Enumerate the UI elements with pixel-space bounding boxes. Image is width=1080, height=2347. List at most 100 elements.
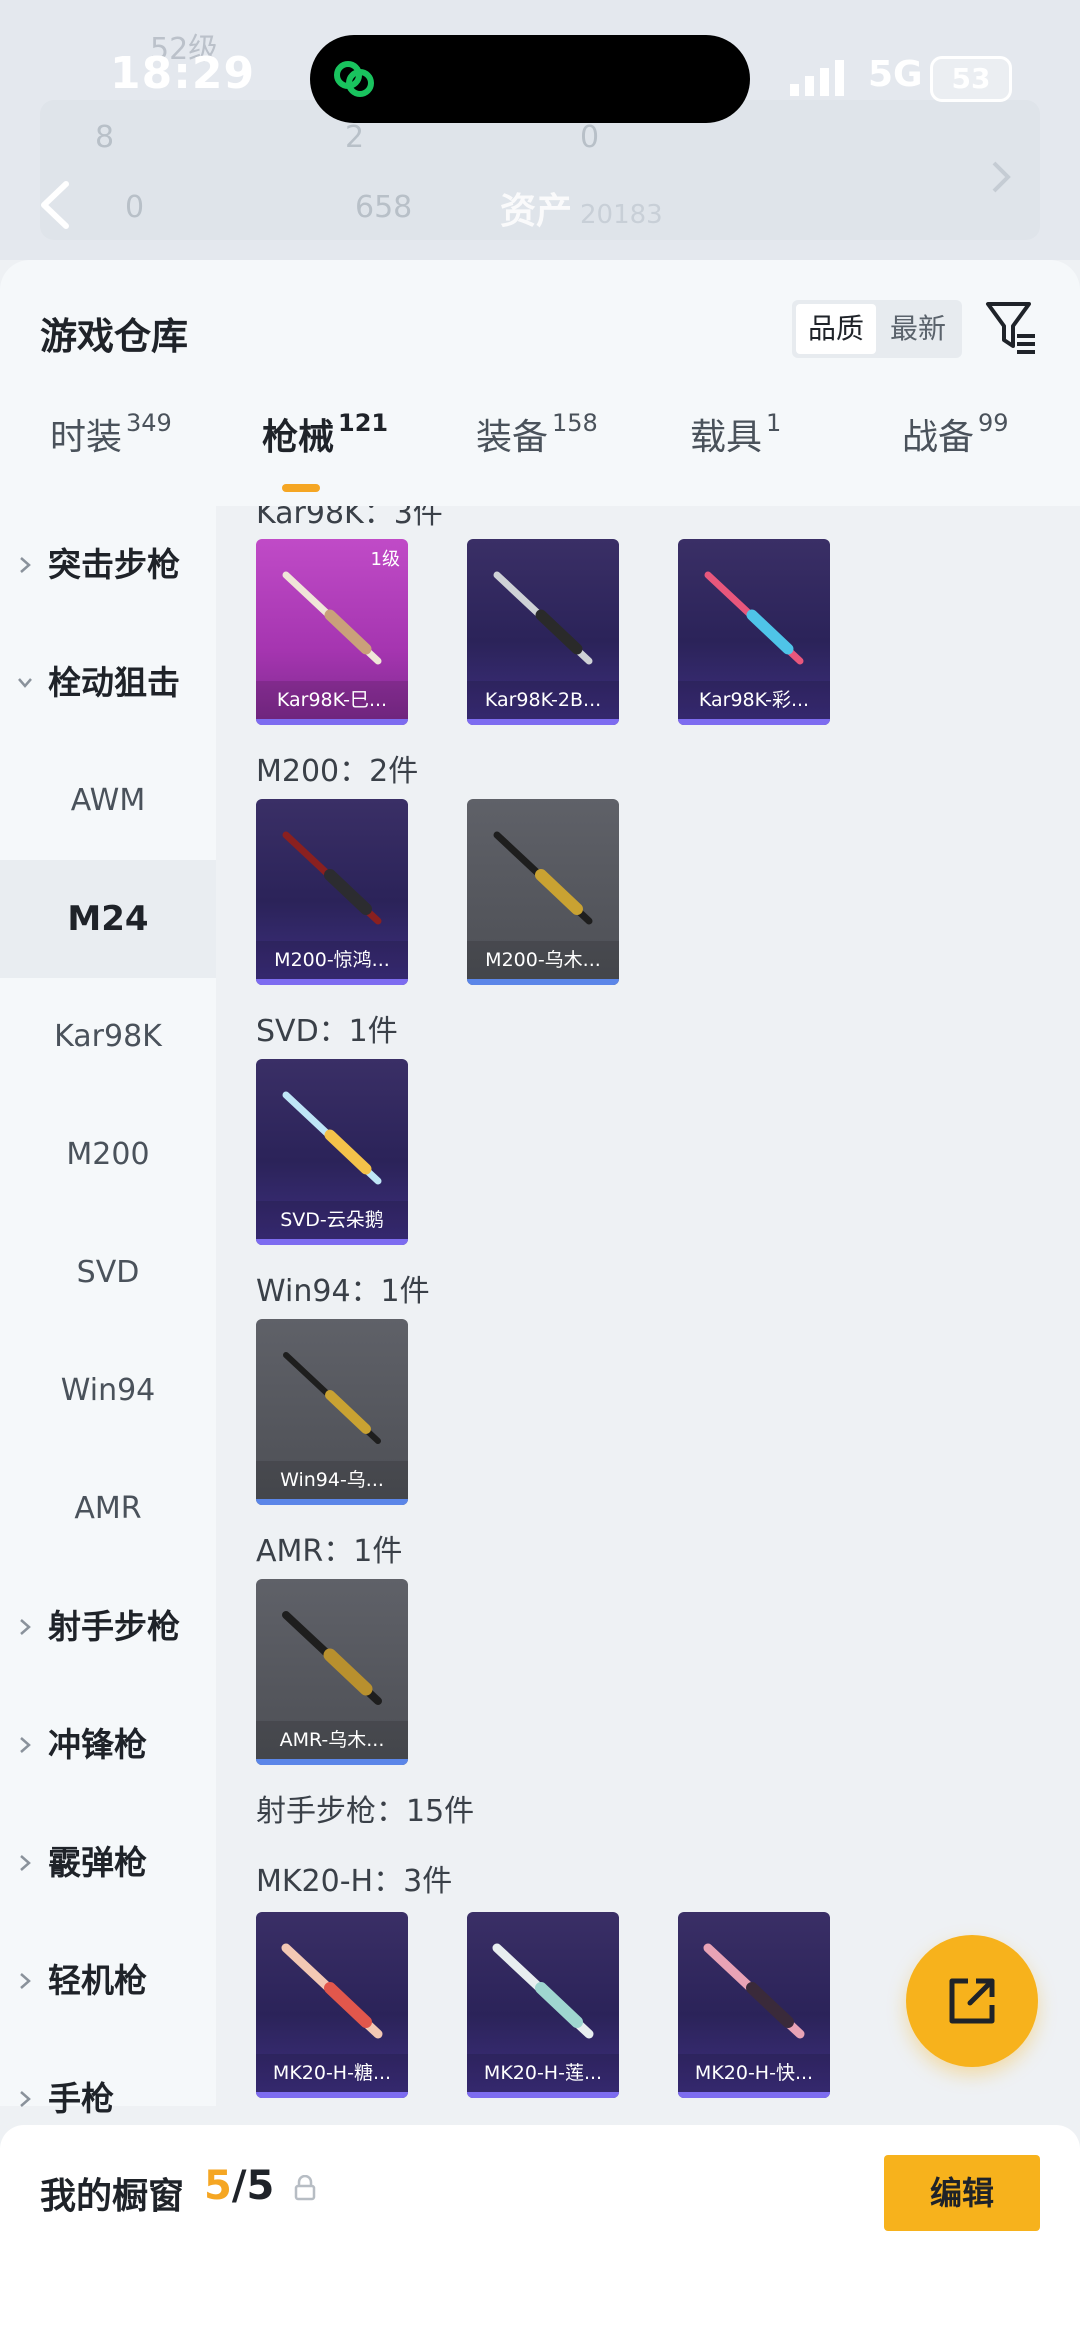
rifle-icon <box>282 571 382 665</box>
skin-name: M200-惊鸿... <box>256 941 408 979</box>
sort-quality-button[interactable]: 品质 <box>796 304 876 354</box>
sidebar-item-label: 栓动狙击 <box>48 663 180 702</box>
tab-count: 349 <box>126 409 172 437</box>
tab-label: 枪械 <box>262 417 335 458</box>
group-header-amr: AMR：1件 <box>256 1534 403 1569</box>
share-icon <box>949 1978 995 2024</box>
showcase-count-total: /5 <box>231 2163 275 2209</box>
chevron-right-icon <box>20 1619 31 1635</box>
sidebar-item-bolt-sniper[interactable]: 栓动狙击 <box>0 624 216 742</box>
tab-fashion[interactable]: 时装 349 <box>50 408 172 460</box>
sidebar-item-kar98k[interactable]: Kar98K <box>0 978 216 1096</box>
skin-name: Kar98K-巳... <box>256 681 408 719</box>
signal-icon <box>790 60 844 96</box>
skin-card[interactable]: MK20-H-快... <box>678 1912 830 2098</box>
tab-count: 158 <box>552 409 598 437</box>
edit-button[interactable]: 编辑 <box>884 2155 1040 2231</box>
chevron-right-icon <box>20 557 31 573</box>
skin-card[interactable]: AMR-乌木... <box>256 1579 408 1765</box>
stat-blurred-2: 2 <box>345 120 365 155</box>
skin-name: SVD-云朵鹅 <box>256 1201 408 1239</box>
assets-summary: 资产 20183 <box>500 182 663 234</box>
sidebar-item-smg[interactable]: 冲锋枪 <box>0 1686 216 1804</box>
skin-card[interactable]: SVD-云朵鹅 <box>256 1059 408 1245</box>
tab-label: 装备 <box>476 417 549 458</box>
sidebar-item-awm[interactable]: AWM <box>0 742 216 860</box>
skin-card[interactable]: 1级 Kar98K-巳... <box>256 539 408 725</box>
tab-label: 载具 <box>690 417 763 458</box>
stat-blurred-3: 0 <box>580 120 600 155</box>
category-tabs: 时装 349 枪械 121 装备 158 载具 1 战备 99 <box>0 408 1080 488</box>
tab-guns[interactable]: 枪械 121 <box>262 408 388 460</box>
group-header-m200: M200：2件 <box>256 754 419 789</box>
filter-icon[interactable] <box>985 300 1037 356</box>
chevron-right-icon[interactable] <box>990 160 1012 194</box>
sidebar-item-label: 射手步枪 <box>48 1607 180 1646</box>
stat-blurred-5: 658 <box>355 190 413 225</box>
skin-card[interactable]: MK20-H-糖... <box>256 1912 408 2098</box>
skin-name: MK20-H-糖... <box>256 2054 408 2092</box>
skin-name: MK20-H-快... <box>678 2054 830 2092</box>
rarity-bar <box>256 2092 408 2098</box>
page-title: 游戏仓库 <box>40 315 188 358</box>
chevron-right-icon <box>20 1737 31 1753</box>
sidebar-item-marksman-rifle[interactable]: 射手步枪 <box>0 1568 216 1686</box>
rifle-icon <box>703 1943 805 2039</box>
sidebar-item-label: 冲锋枪 <box>48 1725 147 1764</box>
sidebar-item-label: 轻机枪 <box>48 1961 147 2000</box>
skin-name: M200-乌木... <box>467 941 619 979</box>
rarity-bar <box>678 719 830 725</box>
sidebar-item-win94[interactable]: Win94 <box>0 1332 216 1450</box>
sort-newest-button[interactable]: 最新 <box>878 304 958 354</box>
assets-label: 资产 <box>500 191 573 232</box>
rarity-bar <box>467 979 619 985</box>
showcase-bar: 我的橱窗 5/5 编辑 <box>0 2125 1080 2347</box>
sidebar-item-svd[interactable]: SVD <box>0 1214 216 1332</box>
chevron-right-icon <box>20 2091 31 2107</box>
sidebar-item-amr[interactable]: AMR <box>0 1450 216 1568</box>
group-header-kar98k: Kar98K：3件 <box>256 506 443 531</box>
back-arrow-icon[interactable] <box>36 180 76 230</box>
rarity-bar <box>256 979 408 985</box>
lock-icon <box>294 2175 316 2201</box>
tab-supplies[interactable]: 战备 99 <box>902 408 1009 460</box>
skin-card[interactable]: Kar98K-彩... <box>678 539 830 725</box>
chevron-right-icon <box>20 1973 31 1989</box>
status-time: 18:29 <box>110 48 256 99</box>
skin-name: MK20-H-莲... <box>467 2054 619 2092</box>
rifle-icon <box>493 831 593 925</box>
tab-equipment[interactable]: 装备 158 <box>476 408 598 460</box>
showcase-count-current: 5 <box>204 2163 232 2209</box>
skin-card[interactable]: MK20-H-莲... <box>467 1912 619 2098</box>
rarity-bar <box>256 1239 408 1245</box>
tab-vehicles[interactable]: 载具 1 <box>690 408 781 460</box>
sheet-header: 游戏仓库 品质 最新 时装 349 枪械 121 装备 158 载具 1 战备 99 <box>0 260 1080 506</box>
tab-label: 时装 <box>50 417 123 458</box>
share-button[interactable] <box>906 1935 1038 2067</box>
skin-card[interactable]: Win94-乌... <box>256 1319 408 1505</box>
skin-name: Kar98K-彩... <box>678 681 830 719</box>
rifle-icon <box>281 1943 383 2039</box>
sidebar-item-m24[interactable]: M24 <box>0 860 216 978</box>
rifle-icon <box>492 1943 594 2039</box>
weapon-type-sidebar: 突击步枪 栓动狙击 AWM M24 Kar98K M200 SVD Win94 … <box>0 506 216 2118</box>
network-type: 5G <box>868 54 923 95</box>
skin-card[interactable]: Kar98K-2B... <box>467 539 619 725</box>
sidebar-item-shotgun[interactable]: 霰弹枪 <box>0 1804 216 1922</box>
skin-card[interactable]: M200-乌木... <box>467 799 619 985</box>
sidebar-item-assault-rifle[interactable]: 突击步枪 <box>0 506 216 624</box>
sidebar-item-m200[interactable]: M200 <box>0 1096 216 1214</box>
sidebar-item-lmg[interactable]: 轻机枪 <box>0 1922 216 2040</box>
rarity-bar <box>256 1499 408 1505</box>
rifle-icon <box>282 1611 382 1705</box>
tab-count: 121 <box>338 409 389 437</box>
group-header-marksman: 射手步枪：15件 <box>256 1794 475 1829</box>
tab-count: 99 <box>978 409 1009 437</box>
stat-blurred-1: 8 <box>95 120 115 155</box>
showcase-count: 5/5 <box>204 2163 274 2209</box>
rarity-bar <box>467 2092 619 2098</box>
rifle-icon <box>282 831 382 925</box>
skin-card[interactable]: M200-惊鸿... <box>256 799 408 985</box>
rarity-bar <box>256 719 408 725</box>
battery-indicator: 53 <box>930 56 1012 102</box>
